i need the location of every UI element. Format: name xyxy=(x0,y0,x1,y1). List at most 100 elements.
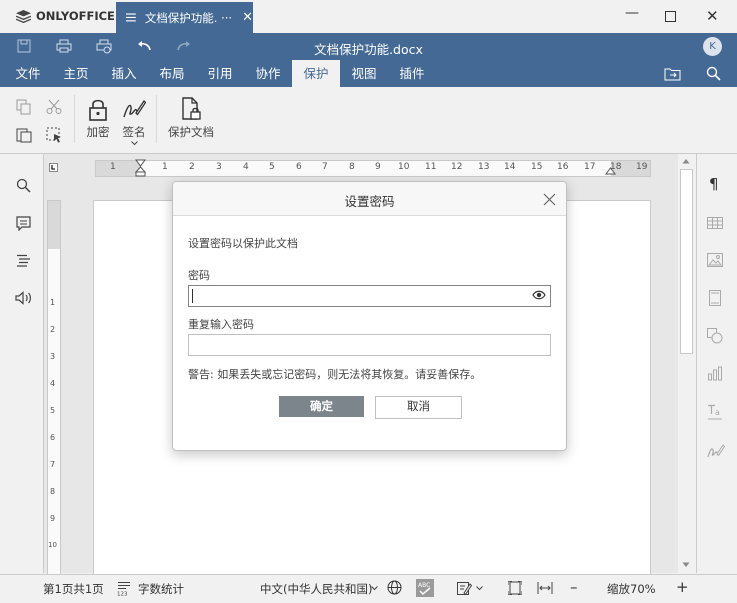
tab-layout[interactable]: 布局 xyxy=(150,60,194,87)
indent-marker-icon[interactable] xyxy=(135,159,146,178)
zoom-level[interactable]: 缩放70% xyxy=(607,581,656,597)
tab-file[interactable]: 文件 xyxy=(6,60,50,87)
word-count-button[interactable]: 字数统计 xyxy=(138,581,184,597)
maximize-icon[interactable] xyxy=(665,11,676,22)
paste-icon[interactable] xyxy=(16,127,32,143)
user-avatar[interactable]: K xyxy=(703,37,722,56)
close-icon[interactable] xyxy=(543,193,556,206)
header-footer-settings-icon[interactable] xyxy=(709,290,721,306)
chevron-down-icon[interactable] xyxy=(476,586,483,591)
ruler-tick-label: 6 xyxy=(296,162,302,172)
ruler-tick-label: 1 xyxy=(110,162,116,172)
signature-label: 签名 xyxy=(122,125,146,139)
tab-collaboration[interactable]: 协作 xyxy=(246,60,290,87)
right-indent-marker-icon[interactable] xyxy=(605,167,616,175)
protect-document-button[interactable]: 保护文档 xyxy=(166,97,216,140)
chart-settings-icon[interactable] xyxy=(707,366,723,381)
repeat-password-label: 重复输入密码 xyxy=(188,318,254,331)
ruler-tick-label: 2 xyxy=(50,325,56,334)
page-count[interactable]: 第1页共1页 xyxy=(43,581,104,597)
vertical-scrollbar[interactable] xyxy=(679,154,693,573)
ruler-tick-label: 1 xyxy=(162,162,168,172)
cancel-button[interactable]: 取消 xyxy=(375,396,462,419)
tab-protection[interactable]: 保护 xyxy=(292,60,340,87)
status-bar: 第1页共1页 123 字数统计 中文(中华人民共和国) ABC – 缩放70% … xyxy=(0,574,737,603)
ribbon-separator xyxy=(156,95,157,143)
spell-check-icon[interactable]: ABC xyxy=(416,579,434,597)
chevron-down-icon xyxy=(130,141,138,146)
open-file-location-icon[interactable] xyxy=(664,67,681,81)
ok-button[interactable]: 确定 xyxy=(279,396,364,417)
ruler-tick-label: 10 xyxy=(398,162,410,172)
fit-width-icon[interactable] xyxy=(537,582,553,594)
globe-icon[interactable] xyxy=(387,580,402,595)
minimize-icon[interactable]: — xyxy=(625,5,639,21)
ruler-tick-label: 2 xyxy=(189,162,195,172)
tab-stop-icon[interactable] xyxy=(49,163,58,172)
encrypt-button[interactable]: 加密 xyxy=(85,97,111,140)
zoom-out-button[interactable]: – xyxy=(570,578,578,596)
tab-plugins[interactable]: 插件 xyxy=(390,60,434,87)
shape-settings-icon[interactable] xyxy=(707,328,723,344)
ruler-tick-label: 8 xyxy=(50,487,56,496)
document-title: 文档保护功能.docx xyxy=(314,42,423,57)
ruler-tick-label: 14 xyxy=(504,162,516,172)
paragraph-settings-icon[interactable]: ¶ xyxy=(709,175,719,193)
image-settings-icon[interactable] xyxy=(707,253,723,267)
horizontal-ruler[interactable]: 1 1 2 3 4 5 6 7 8 9 10 11 12 13 14 15 16… xyxy=(95,159,651,178)
table-settings-icon[interactable] xyxy=(707,217,723,229)
fit-page-icon[interactable] xyxy=(508,581,522,595)
ruler-tick-label: 8 xyxy=(349,162,355,172)
signature-settings-icon[interactable] xyxy=(707,442,725,459)
scrollbar-thumb[interactable] xyxy=(680,169,693,354)
zoom-in-button[interactable]: + xyxy=(676,578,689,596)
chevron-down-icon[interactable] xyxy=(371,586,378,591)
select-all-icon[interactable] xyxy=(46,127,62,143)
title-bar: ONLYOFFICE 文档保护功能. ··· ✕ — ✕ xyxy=(0,0,737,33)
left-sidebar xyxy=(0,154,44,573)
document-tab[interactable]: 文档保护功能. ··· ✕ xyxy=(116,2,253,33)
tab-home[interactable]: 主页 xyxy=(54,60,98,87)
ruler-tick-label: 1 xyxy=(50,298,56,307)
ruler-tick-label: 9 xyxy=(50,514,56,523)
search-icon[interactable] xyxy=(16,178,31,193)
comments-icon[interactable] xyxy=(16,216,31,231)
copy-icon[interactable] xyxy=(16,99,32,115)
ribbon-separator xyxy=(74,95,75,143)
show-password-icon[interactable] xyxy=(532,289,546,301)
text-art-settings-icon[interactable]: a xyxy=(707,404,723,422)
ruler-tick-label: 5 xyxy=(269,162,275,172)
set-password-dialog: 设置密码 设置密码以保护此文档 密码 重复输入密码 警告: 如果丢失或忘记密码，… xyxy=(172,181,567,451)
menu-icon[interactable] xyxy=(126,13,136,22)
language-selector[interactable]: 中文(中华人民共和国) xyxy=(260,581,372,597)
svg-text:ABC: ABC xyxy=(418,582,430,589)
protect-document-label: 保护文档 xyxy=(168,125,214,139)
scroll-down-icon[interactable] xyxy=(682,562,690,568)
close-window-icon[interactable]: ✕ xyxy=(706,7,719,25)
dialog-title: 设置密码 xyxy=(344,194,395,209)
speaker-icon[interactable] xyxy=(15,291,32,305)
tab-insert[interactable]: 插入 xyxy=(102,60,146,87)
repeat-password-field[interactable] xyxy=(188,334,551,356)
ruler-tick-label: 7 xyxy=(50,460,56,469)
tab-view[interactable]: 视图 xyxy=(342,60,386,87)
tab-references[interactable]: 引用 xyxy=(198,60,242,87)
vertical-ruler[interactable]: 1 2 3 4 5 6 7 8 9 10 xyxy=(47,200,61,575)
cut-icon[interactable] xyxy=(46,99,62,115)
ruler-tick-label: 16 xyxy=(557,162,569,172)
signature-button[interactable]: 签名 xyxy=(120,97,148,146)
search-icon[interactable] xyxy=(706,66,721,81)
password-warning: 警告: 如果丢失或忘记密码，则无法将其恢复。请妥善保存。 xyxy=(188,368,482,381)
track-changes-icon[interactable] xyxy=(457,581,472,596)
password-field[interactable] xyxy=(188,285,551,307)
ruler-tick-label: 4 xyxy=(243,162,249,172)
close-tab-icon[interactable]: ✕ xyxy=(242,10,253,25)
navigation-icon[interactable] xyxy=(16,254,31,267)
encrypt-label: 加密 xyxy=(86,125,110,139)
scroll-up-icon[interactable] xyxy=(682,158,690,164)
app-name: ONLYOFFICE xyxy=(36,9,115,23)
ribbon-protection: 加密 签名 保护文档 xyxy=(0,87,737,154)
ruler-tick-label: 4 xyxy=(50,379,56,388)
dialog-header: 设置密码 xyxy=(173,182,566,216)
ruler-tick-label: 9 xyxy=(375,162,381,172)
